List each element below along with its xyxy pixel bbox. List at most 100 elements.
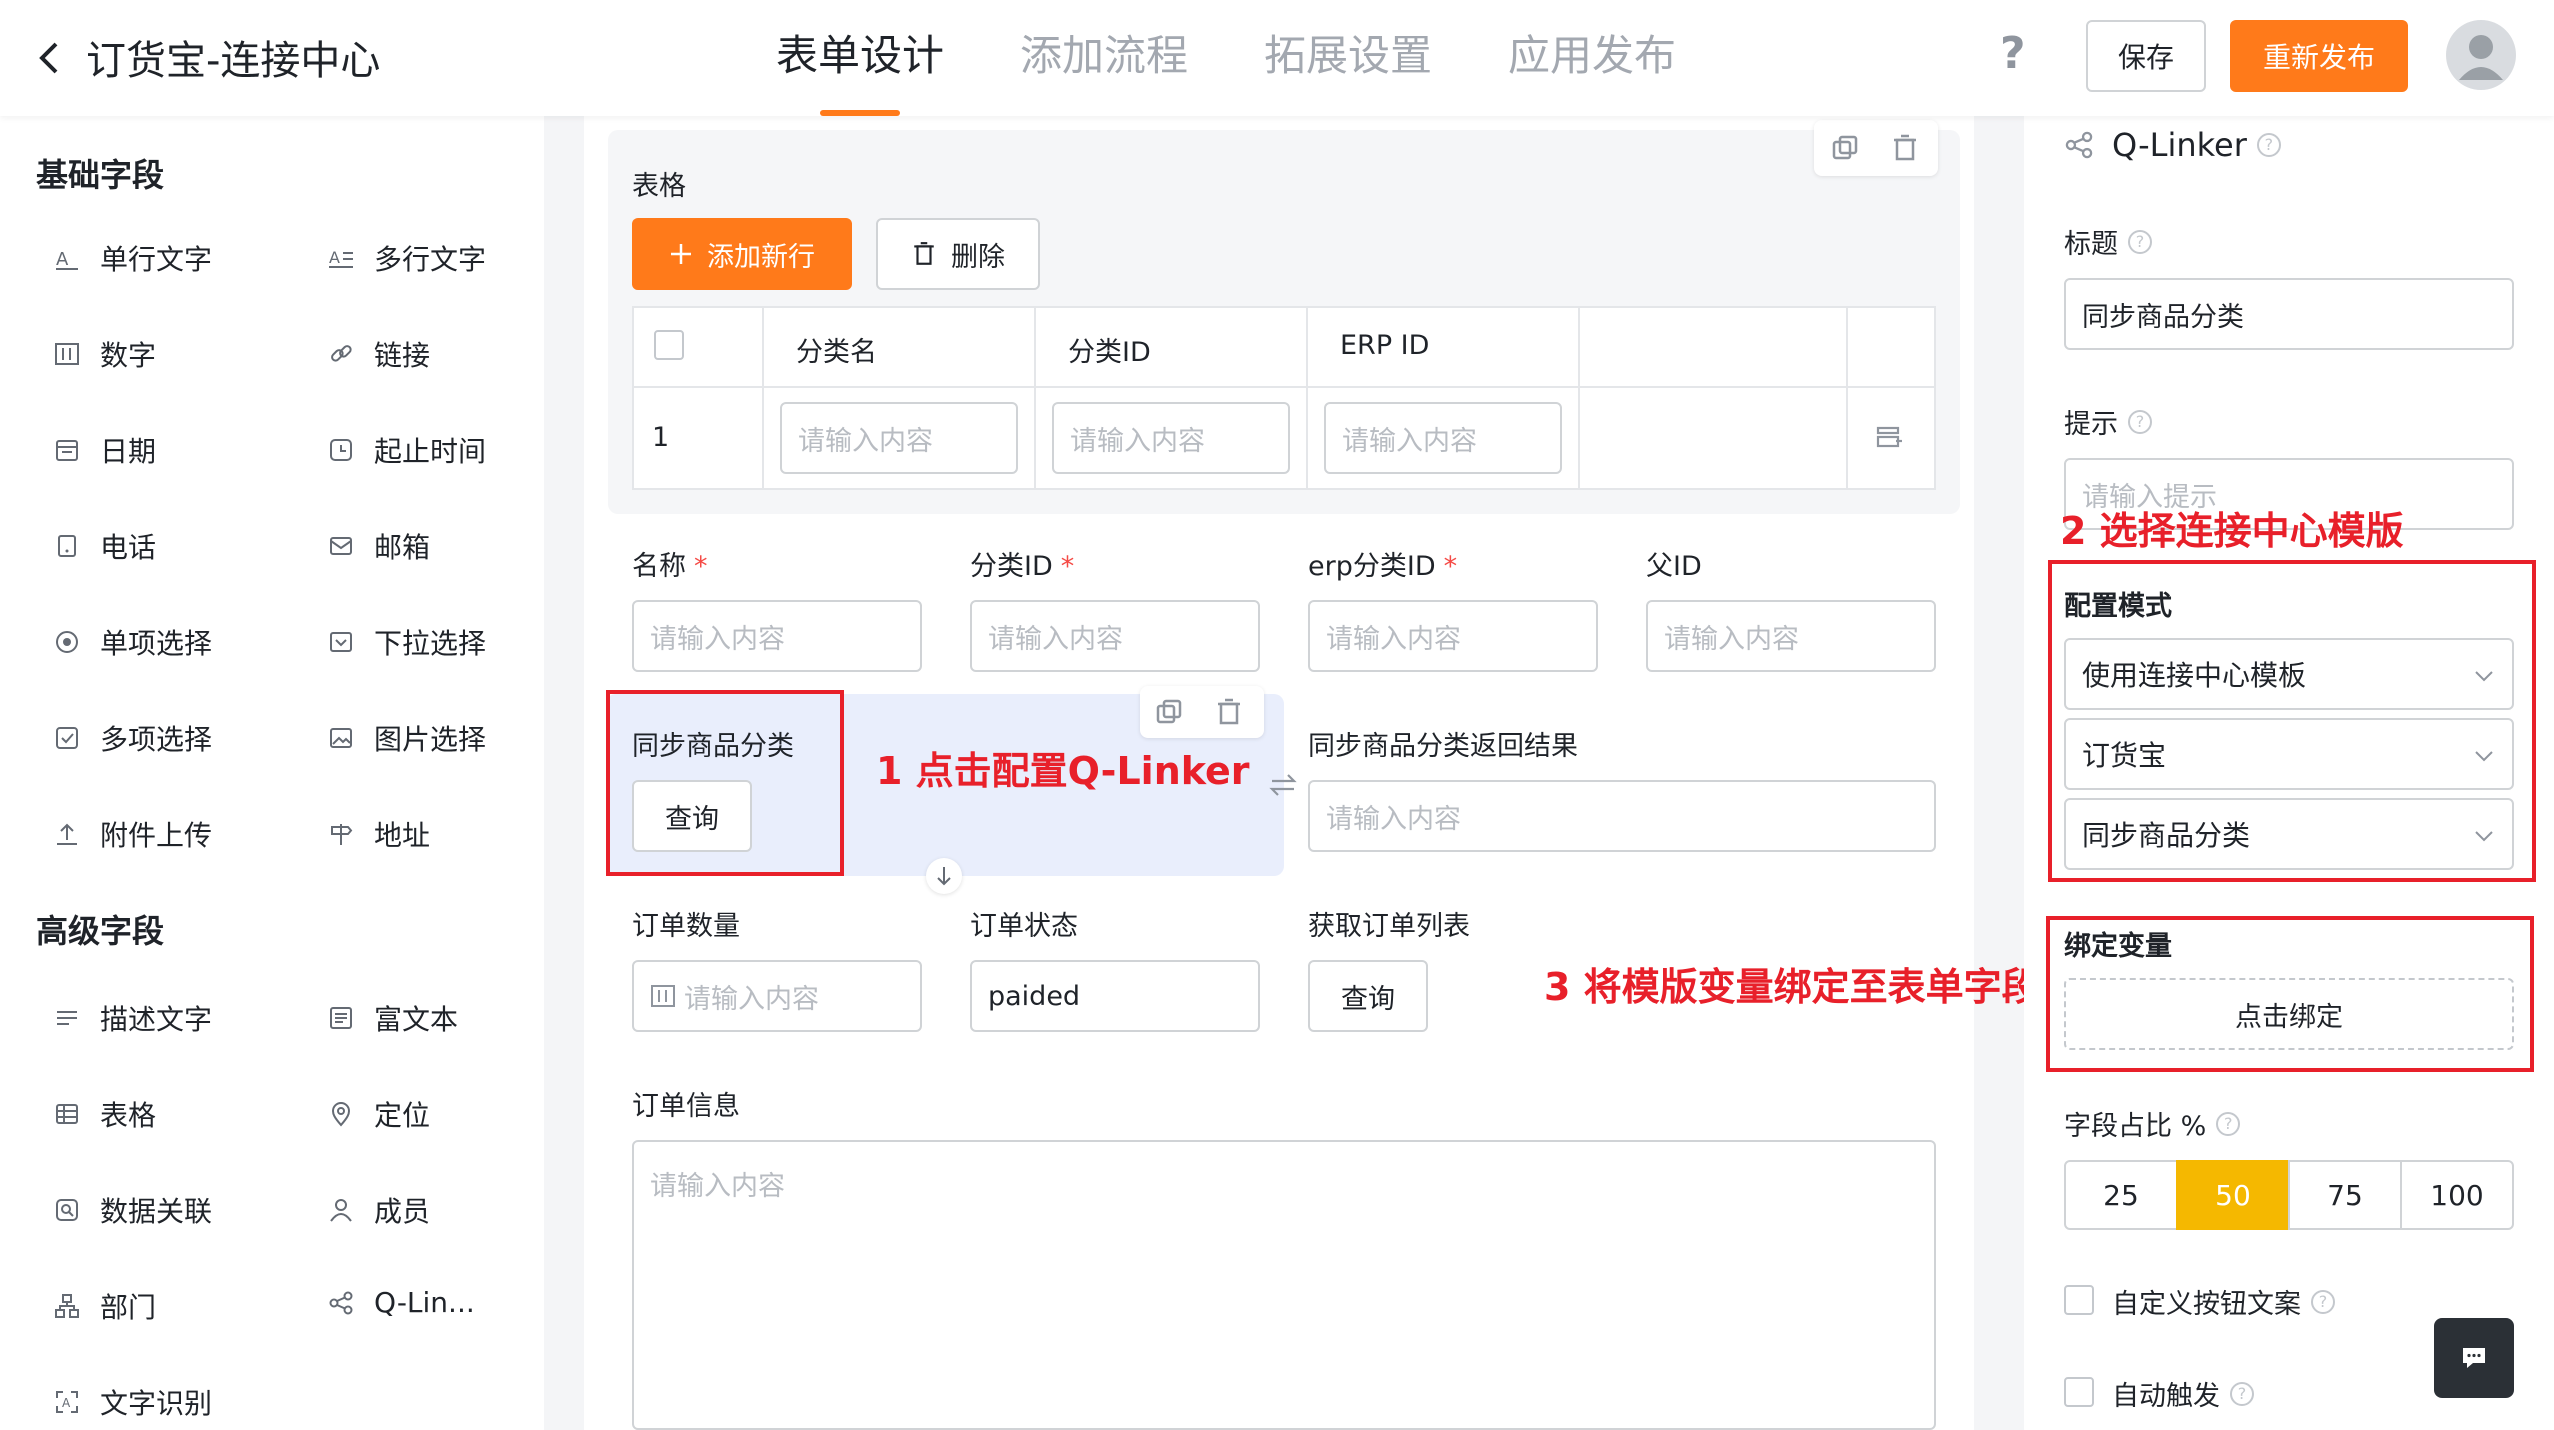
field-phone[interactable]: 电话 xyxy=(54,526,156,566)
trash-icon[interactable] xyxy=(1214,697,1244,727)
chat-button[interactable] xyxy=(2434,1318,2514,1398)
field-data-relation[interactable]: 数据关联 xyxy=(54,1190,212,1230)
field-single-line[interactable]: A 单行文字 xyxy=(54,238,212,278)
erp-category-id-input[interactable]: 请输入内容 xyxy=(1308,600,1598,672)
component-header: Q-Linker? xyxy=(2064,126,2281,164)
width-option-100[interactable]: 100 xyxy=(2400,1160,2514,1230)
field-address[interactable]: 地址 xyxy=(328,814,430,854)
tab-app-publish[interactable]: 应用发布 xyxy=(1508,0,1676,116)
basic-fields-title: 基础字段 xyxy=(36,156,165,194)
name-field-label: 名称 * xyxy=(632,551,708,582)
parent-id-input[interactable]: 请输入内容 xyxy=(1646,600,1936,672)
field-email[interactable]: 邮箱 xyxy=(328,526,430,566)
field-date[interactable]: 日期 xyxy=(54,430,156,470)
table-cell-input[interactable]: 请输入内容 xyxy=(1052,402,1290,474)
annotation-step-3: 3 将模版变量绑定至表单字段 xyxy=(1544,965,2040,1009)
field-label: 附件上传 xyxy=(100,819,213,852)
row-detail-icon[interactable] xyxy=(1874,422,1904,452)
app-select[interactable]: 订货宝 xyxy=(2064,718,2514,790)
avatar[interactable] xyxy=(2446,20,2516,90)
field-table[interactable]: 表格 xyxy=(54,1094,156,1134)
app-title: 订货宝-连接中心 xyxy=(86,38,381,84)
field-attachment[interactable]: 附件上传 xyxy=(54,814,212,854)
order-status-input[interactable]: paided xyxy=(970,960,1260,1032)
order-list-query-button[interactable]: 查询 xyxy=(1308,960,1428,1032)
field-link[interactable]: 链接 xyxy=(328,334,430,374)
image-icon xyxy=(330,728,352,748)
field-member[interactable]: 成员 xyxy=(328,1190,430,1230)
field-dropdown[interactable]: 下拉选择 xyxy=(328,622,486,662)
move-down-button[interactable] xyxy=(926,858,962,894)
field-location[interactable]: 定位 xyxy=(328,1094,430,1134)
config-mode-select[interactable]: 使用连接中心模板 xyxy=(2064,638,2514,710)
category-id-input[interactable]: 请输入内容 xyxy=(970,600,1260,672)
field-label: 链接 xyxy=(374,339,431,372)
question-icon[interactable]: ? xyxy=(2230,1381,2254,1406)
help-icon[interactable]: ? xyxy=(2000,28,2026,79)
title-prop-input[interactable]: 同步商品分类 xyxy=(2064,278,2514,350)
width-option-75[interactable]: 75 xyxy=(2288,1160,2402,1230)
width-option-50[interactable]: 50 xyxy=(2176,1160,2290,1230)
delete-row-button[interactable]: 删除 xyxy=(876,218,1040,290)
save-button[interactable]: 保存 xyxy=(2086,20,2206,92)
field-rich-text[interactable]: 富文本 xyxy=(328,998,458,1038)
order-status-label: 订单状态 xyxy=(970,911,1078,942)
copy-icon[interactable] xyxy=(1154,697,1184,727)
tab-add-flow[interactable]: 添加流程 xyxy=(1020,0,1188,116)
select-all-checkbox[interactable] xyxy=(654,330,684,360)
tab-extension-settings[interactable]: 拓展设置 xyxy=(1264,0,1432,116)
template-select[interactable]: 同步商品分类 xyxy=(2064,798,2514,870)
annotation-step-1: 1 点击配置Q-Linker xyxy=(876,749,1250,793)
add-row-button[interactable]: 添加新行 xyxy=(632,218,852,290)
order-qty-input[interactable]: 请输入内容 xyxy=(632,960,922,1032)
field-multi-line[interactable]: A 多行文字 xyxy=(328,238,486,278)
back-arrow-icon[interactable] xyxy=(32,38,68,78)
name-input[interactable]: 请输入内容 xyxy=(632,600,922,672)
chevron-down-icon xyxy=(2475,671,2493,682)
sync-result-input[interactable]: 请输入内容 xyxy=(1308,780,1936,852)
republish-button[interactable]: 重新发布 xyxy=(2230,20,2408,92)
erp-category-id-field-label: erp分类ID * xyxy=(1308,551,1458,582)
field-single-choice[interactable]: 单项选择 xyxy=(54,622,212,662)
field-label: 图片选择 xyxy=(374,723,487,756)
width-option-25[interactable]: 25 xyxy=(2064,1160,2178,1230)
order-info-textarea[interactable]: 请输入内容 xyxy=(632,1140,1936,1430)
question-icon[interactable]: ? xyxy=(2216,1111,2241,1136)
question-icon[interactable]: ? xyxy=(2128,229,2152,254)
field-multi-choice[interactable]: 多项选择 xyxy=(54,718,212,758)
field-label: 表格 xyxy=(100,1099,157,1132)
field-label: 单行文字 xyxy=(100,243,213,276)
config-mode-label: 配置模式 xyxy=(2064,591,2172,622)
svg-text:A: A xyxy=(56,249,69,270)
field-ocr[interactable]: A 文字识别 xyxy=(54,1382,212,1422)
field-number[interactable]: 数字 xyxy=(54,334,156,374)
calendar-icon xyxy=(56,440,78,461)
hint-prop-label: 提示? xyxy=(2064,402,2152,441)
select-value: 订货宝 xyxy=(2082,739,2167,772)
field-q-linker[interactable]: Q-Lin... xyxy=(328,1286,475,1319)
field-department[interactable]: 部门 xyxy=(54,1286,156,1326)
field-image-choice[interactable]: 图片选择 xyxy=(328,718,486,758)
swap-icon[interactable] xyxy=(1268,770,1298,800)
field-date-range[interactable]: 起止时间 xyxy=(328,430,486,470)
step-tabs: 表单设计 添加流程 拓展设置 应用发布 xyxy=(776,0,1752,116)
field-description[interactable]: 描述文字 xyxy=(54,998,212,1038)
custom-button-checkbox[interactable] xyxy=(2064,1285,2094,1315)
tab-form-design[interactable]: 表单设计 xyxy=(776,0,944,116)
copy-icon[interactable] xyxy=(1830,133,1860,163)
field-palette xyxy=(0,116,544,1430)
component-name: Q-Linker xyxy=(2112,126,2247,164)
question-icon[interactable]: ? xyxy=(2128,409,2152,434)
number-icon xyxy=(651,985,675,1007)
bind-variables-label: 绑定变量 xyxy=(2064,931,2172,962)
text-icon: A xyxy=(56,249,78,270)
trash-icon[interactable] xyxy=(1890,133,1920,163)
auto-trigger-checkbox[interactable] xyxy=(2064,1377,2094,1407)
question-icon[interactable]: ? xyxy=(2256,133,2281,157)
share-nodes-icon xyxy=(329,1291,353,1314)
table-cell-input[interactable]: 请输入内容 xyxy=(780,402,1018,474)
table-cell-input[interactable]: 请输入内容 xyxy=(1324,402,1562,474)
question-icon[interactable]: ? xyxy=(2311,1289,2335,1314)
org-chart-icon xyxy=(55,1294,79,1318)
bind-variables-button[interactable]: 点击绑定 xyxy=(2064,978,2514,1050)
